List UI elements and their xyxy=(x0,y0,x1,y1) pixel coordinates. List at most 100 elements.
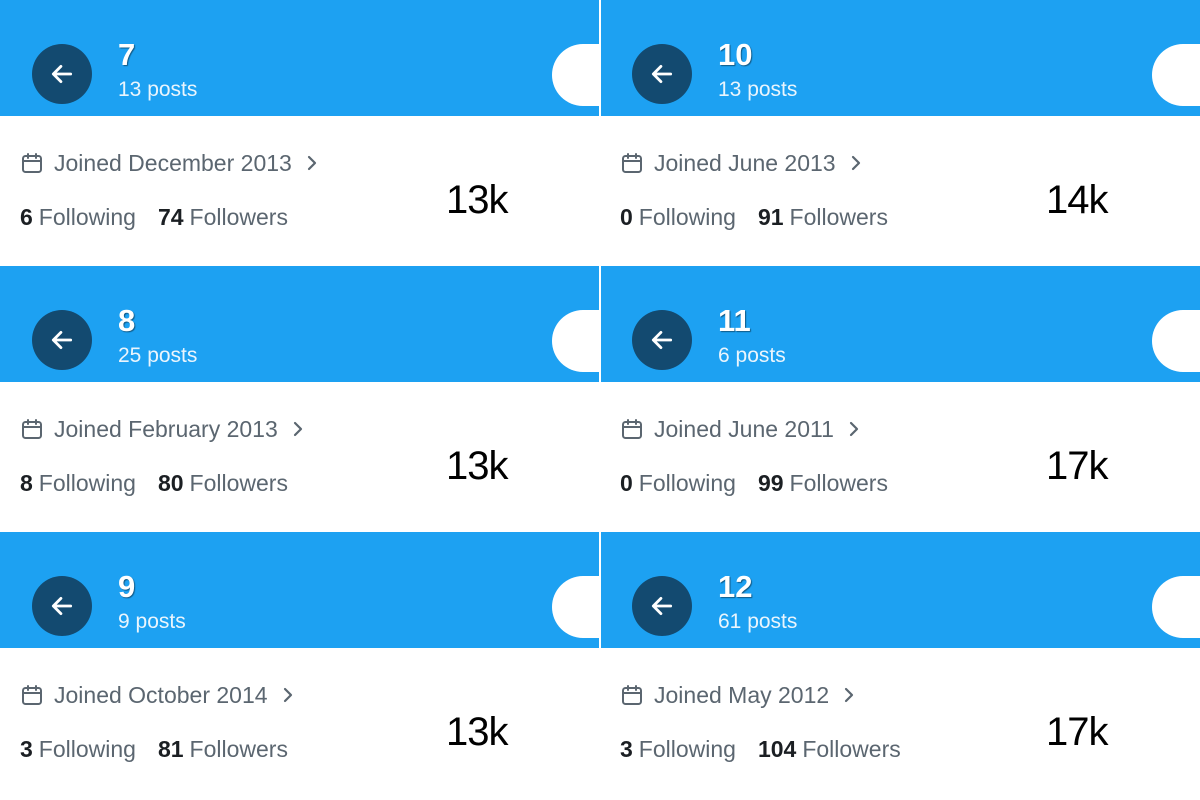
post-count: 13 posts xyxy=(718,78,798,101)
joined-date-row[interactable]: Joined February 2013 xyxy=(20,414,306,444)
profile-header: 12 61 posts xyxy=(600,532,1200,648)
followers-link[interactable]: 80 Followers xyxy=(158,470,288,497)
calendar-icon xyxy=(620,151,644,175)
header-action-button[interactable] xyxy=(552,44,600,106)
followers-count: 99 xyxy=(757,469,784,496)
follow-stats: 0 Following 91 Followers xyxy=(620,202,910,232)
arrow-left-icon xyxy=(51,597,73,615)
profile-name: 10 xyxy=(718,37,753,72)
following-count: 3 xyxy=(620,735,633,762)
following-count: 0 xyxy=(620,203,633,230)
profile-panel: 11 6 posts Joined June 2011 0 Following 9… xyxy=(600,266,1200,532)
header-action-button[interactable] xyxy=(1152,44,1200,106)
following-link[interactable]: 8 Following xyxy=(20,470,136,497)
post-count: 13 posts xyxy=(118,78,198,101)
profile-panel: 7 13 posts Joined December 2013 6 Followi… xyxy=(0,0,600,266)
chevron-right-icon xyxy=(280,685,296,705)
chevron-right-icon xyxy=(841,685,857,705)
followers-count: 80 xyxy=(157,469,184,496)
followers-label: Followers xyxy=(789,469,888,496)
joined-date-row[interactable]: Joined October 2014 xyxy=(20,680,296,710)
profile-collage: 7 13 posts Joined December 2013 6 Followi… xyxy=(0,0,1200,800)
follow-stats: 6 Following 74 Followers xyxy=(20,202,310,232)
joined-date: Joined June 2011 xyxy=(654,415,834,442)
arrow-left-icon xyxy=(651,65,673,83)
overlay-annotation: 13k xyxy=(446,178,508,222)
overlay-annotation: 17k xyxy=(1046,444,1108,488)
following-link[interactable]: 3 Following xyxy=(20,736,136,763)
follow-stats: 0 Following 99 Followers xyxy=(620,468,910,498)
follow-stats: 3 Following 81 Followers xyxy=(20,734,310,764)
profile-name: 7 xyxy=(118,37,136,72)
followers-link[interactable]: 99 Followers xyxy=(758,470,888,497)
profile-panel: 9 9 posts Joined October 2014 3 Following… xyxy=(0,532,600,800)
followers-count: 81 xyxy=(157,735,184,762)
followers-label: Followers xyxy=(189,469,288,496)
back-button[interactable] xyxy=(32,576,92,636)
header-action-button[interactable] xyxy=(1152,310,1200,372)
followers-link[interactable]: 74 Followers xyxy=(158,204,288,231)
follow-stats: 3 Following 104 Followers xyxy=(620,734,923,764)
overlay-annotation: 13k xyxy=(446,444,508,488)
chevron-right-icon xyxy=(848,153,864,173)
following-label: Following xyxy=(638,203,736,230)
joined-date-row[interactable]: Joined May 2012 xyxy=(620,680,857,710)
back-button[interactable] xyxy=(32,44,92,104)
back-button[interactable] xyxy=(632,44,692,104)
following-label: Following xyxy=(38,203,136,230)
header-action-button[interactable] xyxy=(552,310,600,372)
arrow-left-icon xyxy=(51,65,73,83)
profile-panel: 12 61 posts Joined May 2012 3 Following 1… xyxy=(600,532,1200,800)
header-action-button[interactable] xyxy=(552,576,600,638)
chevron-right-icon xyxy=(290,419,306,439)
following-link[interactable]: 0 Following xyxy=(620,204,736,231)
profile-header: 10 13 posts xyxy=(600,0,1200,116)
overlay-annotation: 17k xyxy=(1046,710,1108,754)
following-count: 3 xyxy=(20,735,33,762)
profile-name: 11 xyxy=(718,303,751,338)
following-count: 0 xyxy=(620,469,633,496)
following-link[interactable]: 0 Following xyxy=(620,470,736,497)
profile-panel: 8 25 posts Joined February 2013 8 Followi… xyxy=(0,266,600,532)
post-count: 25 posts xyxy=(118,344,198,367)
header-action-button[interactable] xyxy=(1152,576,1200,638)
profile-header: 8 25 posts xyxy=(0,266,600,382)
followers-count: 104 xyxy=(757,735,797,762)
following-label: Following xyxy=(38,735,136,762)
joined-date: Joined December 2013 xyxy=(54,149,292,176)
calendar-icon xyxy=(620,417,644,441)
profile-name: 8 xyxy=(118,303,136,338)
followers-link[interactable]: 81 Followers xyxy=(158,736,288,763)
post-count: 9 posts xyxy=(118,610,186,633)
overlay-annotation: 14k xyxy=(1046,178,1108,222)
profile-name: 9 xyxy=(118,569,136,604)
joined-date: Joined October 2014 xyxy=(54,681,268,708)
joined-date-row[interactable]: Joined June 2013 xyxy=(620,148,864,178)
followers-label: Followers xyxy=(189,735,288,762)
following-link[interactable]: 6 Following xyxy=(20,204,136,231)
joined-date: Joined May 2012 xyxy=(654,681,830,708)
post-count: 6 posts xyxy=(718,344,786,367)
joined-date: Joined February 2013 xyxy=(54,415,278,442)
joined-date-row[interactable]: Joined December 2013 xyxy=(20,148,320,178)
following-count: 6 xyxy=(20,203,33,230)
following-count: 8 xyxy=(20,469,33,496)
joined-date: Joined June 2013 xyxy=(654,149,836,176)
chevron-right-icon xyxy=(846,419,862,439)
panel-divider xyxy=(599,0,601,800)
back-button[interactable] xyxy=(632,310,692,370)
back-button[interactable] xyxy=(632,576,692,636)
followers-link[interactable]: 104 Followers xyxy=(758,736,901,763)
profile-name: 12 xyxy=(718,569,753,604)
overlay-annotation: 13k xyxy=(446,710,508,754)
back-button[interactable] xyxy=(32,310,92,370)
following-link[interactable]: 3 Following xyxy=(620,736,736,763)
joined-date-row[interactable]: Joined June 2011 xyxy=(620,414,862,444)
followers-count: 74 xyxy=(157,203,184,230)
followers-label: Followers xyxy=(189,203,288,230)
arrow-left-icon xyxy=(651,597,673,615)
following-label: Following xyxy=(638,735,736,762)
profile-header: 11 6 posts xyxy=(600,266,1200,382)
followers-link[interactable]: 91 Followers xyxy=(758,204,888,231)
calendar-icon xyxy=(20,683,44,707)
